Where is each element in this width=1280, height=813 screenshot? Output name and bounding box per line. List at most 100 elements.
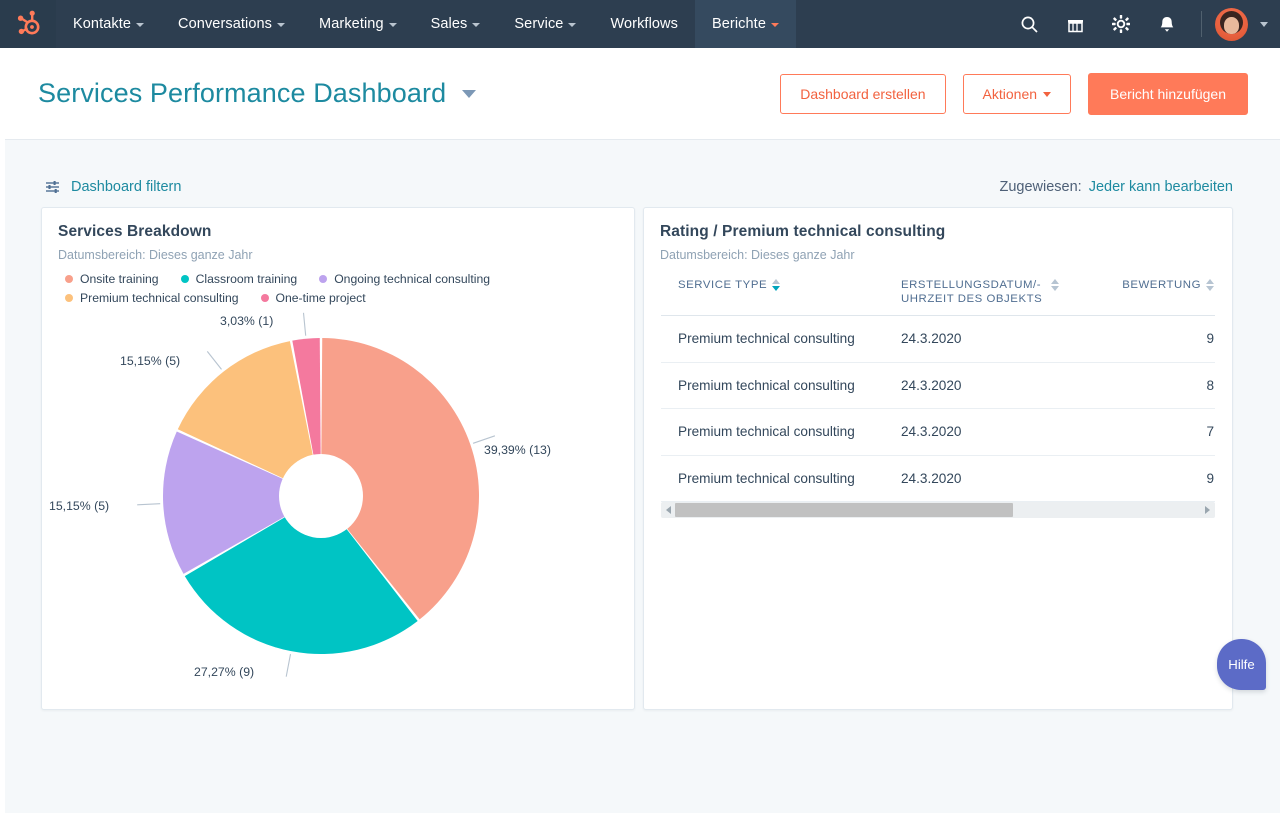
donut-hole — [279, 454, 363, 538]
donut-data-label-one-time-project: 3,03% (1) — [220, 314, 273, 328]
chevron-down-icon — [568, 23, 576, 27]
chevron-down-icon — [389, 23, 397, 27]
donut-data-label-classroom-training: 27,27% (9) — [194, 665, 254, 679]
card-title: Services Breakdown — [42, 208, 634, 241]
legend-label: Premium technical consulting — [80, 291, 239, 305]
dashboard-selector[interactable]: Services Performance Dashboard — [38, 78, 476, 109]
cell-service-type: Premium technical consulting — [661, 331, 901, 346]
legend-label: Onsite training — [80, 272, 159, 286]
nav-item-label: Berichte — [712, 16, 766, 32]
donut-data-label-ongoing-technical-consulting: 15,15% (5) — [49, 499, 109, 513]
account-menu-chevron-icon[interactable] — [1260, 22, 1268, 27]
scroll-left-arrow-icon[interactable] — [666, 506, 671, 514]
nav-item-label: Workflows — [610, 16, 678, 32]
rating-premium-technical-consulting-card: Rating / Premium technical consulting Da… — [643, 207, 1233, 710]
table-header-row: SERVICE TYPE ERSTELLUNGSDATUM/-UHRZEIT D… — [661, 278, 1215, 316]
create-dashboard-button[interactable]: Dashboard erstellen — [780, 74, 945, 114]
assigned-permission-link[interactable]: Jeder kann bearbeiten — [1089, 179, 1233, 195]
actions-button[interactable]: Aktionen — [963, 74, 1071, 114]
table-row[interactable]: Premium technical consulting 24.3.2020 9 — [661, 316, 1215, 363]
legend-item-classroom-training[interactable]: Classroom training — [181, 272, 298, 286]
cell-create-date: 24.3.2020 — [901, 424, 1097, 439]
page-title: Services Performance Dashboard — [38, 78, 446, 109]
column-header-label: SERVICE TYPE — [678, 278, 767, 292]
legend-label: Classroom training — [196, 272, 298, 286]
search-icon — [1020, 15, 1039, 34]
marketplace-button[interactable] — [1054, 0, 1096, 48]
table-row[interactable]: Premium technical consulting 24.3.2020 7 — [661, 409, 1215, 456]
notifications-button[interactable] — [1146, 0, 1188, 48]
top-navigation-bar: Kontakte Conversations Marketing Sales S… — [0, 0, 1280, 48]
nav-divider — [1201, 11, 1202, 37]
donut-leader-line — [286, 654, 290, 677]
nav-item-label: Service — [514, 16, 563, 32]
sort-toggle-icon[interactable] — [772, 279, 780, 291]
nav-item-label: Kontakte — [73, 16, 131, 32]
add-report-button[interactable]: Bericht hinzufügen — [1088, 73, 1248, 115]
page-header: Services Performance Dashboard Dashboard… — [5, 48, 1280, 140]
legend-item-onsite-training[interactable]: Onsite training — [65, 272, 159, 286]
cell-rating: 9 — [1097, 471, 1215, 486]
legend-item-premium-technical-consulting[interactable]: Premium technical consulting — [65, 291, 239, 305]
nav-item-label: Marketing — [319, 16, 384, 32]
cell-create-date: 24.3.2020 — [901, 471, 1097, 486]
nav-item-service[interactable]: Service — [497, 0, 593, 48]
nav-item-label: Sales — [431, 16, 468, 32]
sort-toggle-icon[interactable] — [1051, 279, 1059, 291]
legend-label: Ongoing technical consulting — [334, 272, 490, 286]
search-button[interactable] — [1008, 0, 1050, 48]
nav-item-marketing[interactable]: Marketing — [302, 0, 414, 48]
cell-service-type: Premium technical consulting — [661, 471, 901, 486]
legend-label: One-time project — [276, 291, 366, 305]
nav-item-workflows[interactable]: Workflows — [593, 0, 695, 48]
dashboard-filter-label: Dashboard filtern — [71, 179, 181, 195]
gear-icon — [1111, 14, 1131, 34]
cell-service-type: Premium technical consulting — [661, 424, 901, 439]
legend-color-swatch — [65, 294, 73, 302]
help-button[interactable]: Hilfe — [1217, 639, 1266, 690]
nav-item-label: Conversations — [178, 16, 272, 32]
primary-nav-items: Kontakte Conversations Marketing Sales S… — [56, 0, 796, 48]
column-header-rating[interactable]: BEWERTUNG — [1097, 278, 1215, 306]
header-actions: Dashboard erstellen Aktionen Bericht hin… — [780, 73, 1248, 115]
donut-chart: 39,39% (13) 27,27% (9) 15,15% (5) 15,15%… — [42, 307, 636, 702]
column-header-label: BEWERTUNG — [1122, 278, 1201, 292]
table-horizontal-scrollbar[interactable] — [661, 502, 1215, 518]
cell-create-date: 24.3.2020 — [901, 378, 1097, 393]
dashboard-filter-button[interactable]: Dashboard filtern — [45, 179, 181, 195]
donut-data-label-premium-technical-consulting: 15,15% (5) — [120, 354, 180, 368]
donut-leader-line — [207, 351, 221, 369]
cell-create-date: 24.3.2020 — [901, 331, 1097, 346]
left-edge-strip — [0, 48, 5, 813]
scrollbar-thumb[interactable] — [675, 503, 1013, 517]
legend-color-swatch — [65, 275, 73, 283]
scroll-right-arrow-icon[interactable] — [1205, 506, 1210, 514]
chevron-down-icon — [472, 23, 480, 27]
settings-button[interactable] — [1100, 0, 1142, 48]
legend-item-ongoing-technical-consulting[interactable]: Ongoing technical consulting — [319, 272, 490, 286]
cell-rating: 9 — [1097, 331, 1215, 346]
hubspot-sprocket-logo — [14, 10, 42, 38]
dashboard-filter-bar: Dashboard filtern Zugewiesen: Jeder kann… — [5, 170, 1280, 204]
column-header-service-type[interactable]: SERVICE TYPE — [661, 278, 901, 306]
card-subtitle: Datumsbereich: Dieses ganze Jahr — [42, 241, 634, 262]
legend-item-one-time-project[interactable]: One-time project — [261, 291, 366, 305]
donut-leader-line — [137, 504, 160, 505]
chevron-down-icon — [136, 23, 144, 27]
donut-data-label-onsite-training: 39,39% (13) — [484, 443, 551, 457]
avatar[interactable] — [1215, 8, 1248, 41]
legend-color-swatch — [181, 275, 189, 283]
legend-color-swatch — [261, 294, 269, 302]
nav-item-sales[interactable]: Sales — [414, 0, 498, 48]
column-header-create-date[interactable]: ERSTELLUNGSDATUM/-UHRZEIT DES OBJEKTS — [901, 278, 1097, 306]
nav-item-conversations[interactable]: Conversations — [161, 0, 302, 48]
table-row[interactable]: Premium technical consulting 24.3.2020 9 — [661, 456, 1215, 503]
card-subtitle: Datumsbereich: Dieses ganze Jahr — [644, 241, 1232, 262]
table-row[interactable]: Premium technical consulting 24.3.2020 8 — [661, 363, 1215, 410]
nav-item-kontakte[interactable]: Kontakte — [56, 0, 161, 48]
hubspot-logo-button[interactable] — [0, 0, 56, 48]
nav-item-berichte[interactable]: Berichte — [695, 0, 796, 48]
chevron-down-icon — [771, 23, 779, 27]
sort-toggle-icon[interactable] — [1206, 279, 1214, 291]
legend-color-swatch — [319, 275, 327, 283]
